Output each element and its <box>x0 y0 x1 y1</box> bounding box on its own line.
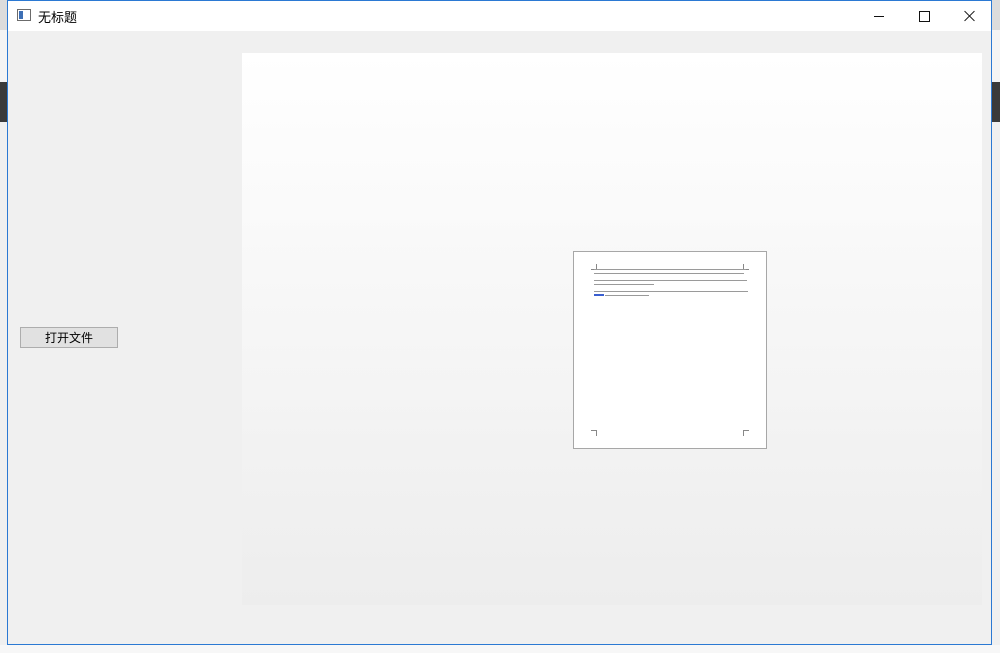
page-text-line <box>594 273 744 274</box>
page-text-link <box>594 294 604 296</box>
document-preview-area[interactable] <box>242 53 982 605</box>
crop-mark-bottom-right <box>743 430 749 436</box>
app-window: 无标题 打开文件 <box>7 0 992 645</box>
document-page-thumbnail[interactable] <box>573 251 767 449</box>
window-title: 无标题 <box>38 11 78 26</box>
open-file-button[interactable]: 打开文件 <box>20 327 118 348</box>
background-taskbar-text <box>0 645 1000 653</box>
app-window-icon <box>17 9 31 21</box>
maximize-icon <box>918 10 930 22</box>
title-bar[interactable]: 无标题 <box>8 1 991 31</box>
page-text-line <box>594 269 746 270</box>
minimize-button[interactable] <box>856 1 902 31</box>
page-text-line <box>594 291 748 292</box>
page-text-line <box>594 280 747 281</box>
close-button[interactable] <box>947 1 993 31</box>
minimize-icon <box>874 15 884 17</box>
page-text-line <box>594 284 654 285</box>
crop-mark-bottom-left <box>591 430 597 436</box>
close-icon <box>964 10 976 22</box>
page-text-line <box>605 295 649 296</box>
maximize-button[interactable] <box>901 1 947 31</box>
